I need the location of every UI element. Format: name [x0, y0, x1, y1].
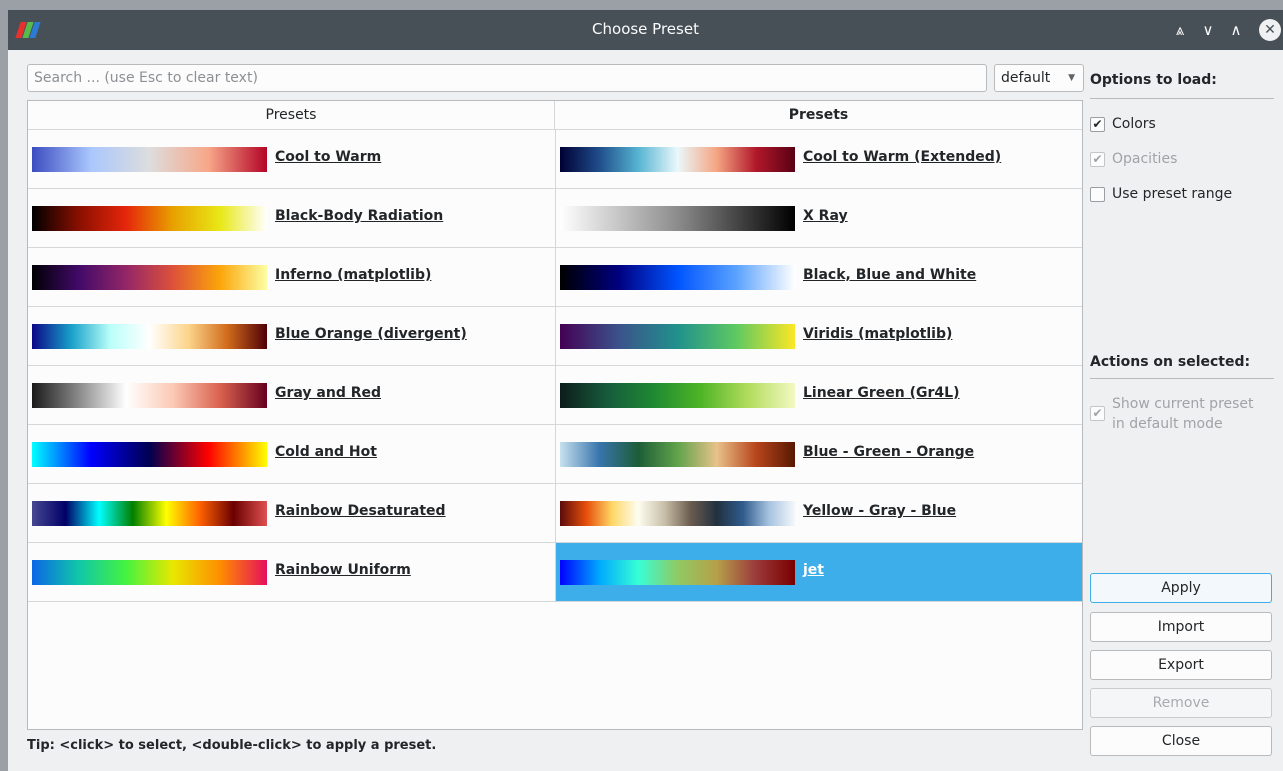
preset-name: Viridis (matplotlib)	[803, 326, 953, 342]
minimize-icon[interactable]: ∨	[1197, 19, 1219, 41]
apply-button[interactable]: Apply	[1090, 573, 1272, 603]
preset-name: Cool to Warm (Extended)	[803, 149, 1002, 165]
preset-name: Blue - Green - Orange	[803, 444, 975, 460]
opacities-label: Opacities	[1112, 151, 1178, 167]
colormap-swatch	[560, 265, 795, 290]
use-preset-range-checkbox[interactable]	[1090, 187, 1105, 202]
preset-cell[interactable]: jet	[556, 543, 1082, 602]
preset-name: Inferno (matplotlib)	[275, 267, 432, 283]
close-button[interactable]: Close	[1090, 726, 1272, 756]
colormap-swatch	[32, 324, 267, 349]
colormap-swatch	[32, 206, 267, 231]
preset-cell[interactable]: Yellow - Gray - Blue	[556, 484, 1082, 543]
colormap-swatch	[32, 265, 267, 290]
colormap-swatch	[32, 147, 267, 172]
preset-name: Black, Blue and White	[803, 267, 977, 283]
preset-cell[interactable]: Viridis (matplotlib)	[556, 307, 1082, 366]
export-button[interactable]: Export	[1090, 650, 1272, 680]
colormap-swatch	[560, 442, 795, 467]
tip-text: Tip: <click> to select, <double-click> t…	[27, 738, 437, 753]
mode-combo[interactable]: default ▼	[994, 64, 1084, 92]
colors-checkbox[interactable]: ✔	[1090, 117, 1105, 132]
mode-combo-value: default	[1001, 70, 1051, 86]
preset-cell[interactable]: Rainbow Desaturated	[28, 484, 555, 543]
show-current-preset-label-line2: in default mode	[1112, 416, 1223, 432]
presets-table[interactable]: Presets Presets Cool to Warm Cool to Warm…	[27, 100, 1083, 730]
preset-name: X Ray	[803, 208, 848, 224]
colormap-swatch	[560, 324, 795, 349]
preset-name: Cold and Hot	[275, 444, 377, 460]
preset-cell[interactable]: Cool to Warm (Extended)	[556, 130, 1082, 189]
opacities-checkbox: ✔	[1090, 152, 1105, 167]
preset-cell[interactable]: Inferno (matplotlib)	[28, 248, 555, 307]
chevron-down-icon: ▼	[1068, 73, 1075, 83]
preset-cell[interactable]: Blue Orange (divergent)	[28, 307, 555, 366]
colormap-swatch	[560, 501, 795, 526]
search-input[interactable]	[27, 64, 987, 92]
colormap-swatch	[560, 383, 795, 408]
preset-name: Black-Body Radiation	[275, 208, 444, 224]
column-header-presets-right[interactable]: Presets	[555, 101, 1082, 130]
preset-cell[interactable]: Cold and Hot	[28, 425, 555, 484]
options-separator	[1090, 98, 1274, 99]
preset-name: Rainbow Desaturated	[275, 503, 446, 519]
remove-button: Remove	[1090, 688, 1272, 718]
preset-name: Rainbow Uniform	[275, 562, 411, 578]
actions-separator	[1090, 378, 1274, 379]
preset-cell[interactable]: Rainbow Uniform	[28, 543, 555, 602]
preset-cell[interactable]: Gray and Red	[28, 366, 555, 425]
colormap-swatch	[32, 383, 267, 408]
preset-name: jet	[803, 562, 824, 578]
window-title: Choose Preset	[592, 20, 699, 38]
colormap-swatch	[32, 442, 267, 467]
colormap-swatch	[560, 560, 795, 585]
keep-above-icon[interactable]: ⩓	[1169, 19, 1191, 41]
options-title: Options to load:	[1090, 72, 1217, 88]
close-icon[interactable]: ✕	[1259, 19, 1281, 41]
maximize-icon[interactable]: ∧	[1225, 19, 1247, 41]
table-header: Presets Presets	[28, 101, 1082, 130]
colormap-swatch	[32, 560, 267, 585]
column-header-presets-left[interactable]: Presets	[28, 101, 555, 130]
preset-cell[interactable]: Cool to Warm	[28, 130, 555, 189]
preset-cell[interactable]: Linear Green (Gr4L)	[556, 366, 1082, 425]
preset-cell[interactable]: Black, Blue and White	[556, 248, 1082, 307]
colors-label: Colors	[1112, 116, 1156, 132]
show-current-preset-checkbox: ✔	[1090, 406, 1105, 421]
colormap-swatch	[32, 501, 267, 526]
colormap-swatch	[560, 206, 795, 231]
colormap-swatch	[560, 147, 795, 172]
choose-preset-dialog: Choose Preset ⩓ ∨ ∧ ✕ default ▼ Presets …	[8, 10, 1283, 771]
title-bar[interactable]: Choose Preset ⩓ ∨ ∧ ✕	[8, 10, 1283, 50]
use-preset-range-label: Use preset range	[1112, 186, 1233, 202]
preset-name: Blue Orange (divergent)	[275, 326, 467, 342]
preset-cell[interactable]: Black-Body Radiation	[28, 189, 555, 248]
preset-name: Cool to Warm	[275, 149, 382, 165]
show-current-preset-label-line1: Show current preset	[1112, 396, 1254, 412]
preset-cell[interactable]: X Ray	[556, 189, 1082, 248]
preset-name: Linear Green (Gr4L)	[803, 385, 960, 401]
preset-name: Gray and Red	[275, 385, 382, 401]
preset-name: Yellow - Gray - Blue	[803, 503, 957, 519]
import-button[interactable]: Import	[1090, 612, 1272, 642]
preset-cell[interactable]: Blue - Green - Orange	[556, 425, 1082, 484]
actions-title: Actions on selected:	[1090, 354, 1251, 370]
